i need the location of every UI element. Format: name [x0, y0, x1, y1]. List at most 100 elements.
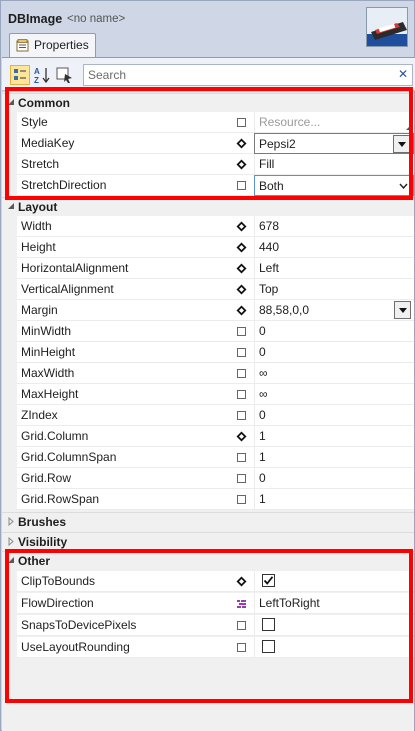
mediakey-combobox[interactable]: Pepsi2 [254, 133, 414, 154]
collapse-triangle-icon [8, 557, 14, 563]
category-brushes-label: Brushes [18, 515, 67, 529]
property-value: 1 [259, 492, 266, 506]
property-row-grid-column[interactable]: Grid.Column 1 [2, 426, 414, 447]
style-value-field[interactable]: Resource... [254, 112, 414, 133]
search-input[interactable] [88, 67, 388, 83]
property-value-field[interactable]: 678 [254, 216, 414, 237]
mediakey-dropdown-button[interactable] [393, 135, 410, 153]
uselayoutrounding-checkbox[interactable] [262, 640, 275, 653]
category-common[interactable]: Common [2, 93, 414, 112]
property-row-snapstodevicepixels[interactable]: SnapsToDevicePixels [2, 615, 414, 636]
local-value-diamond-icon[interactable] [236, 576, 247, 587]
checkmark-icon [263, 576, 274, 585]
default-value-square-icon[interactable] [236, 389, 247, 400]
category-visibility[interactable]: Visibility [2, 532, 414, 551]
flowdirection-value-field[interactable]: LeftToRight [254, 593, 414, 614]
property-row-maxwidth[interactable]: MaxWidth ∞ [2, 363, 414, 384]
property-row-stretch[interactable]: Stretch Fill [2, 154, 414, 175]
property-row-margin[interactable]: Margin 88,58,0,0 [2, 300, 414, 321]
property-value-field[interactable]: 0 [254, 342, 414, 363]
element-type-title: DBImage [8, 12, 63, 26]
property-name: FlowDirection [21, 596, 94, 610]
local-value-diamond-icon[interactable] [236, 221, 247, 232]
default-value-square-icon[interactable] [236, 452, 247, 463]
local-value-diamond-icon[interactable] [236, 305, 247, 316]
category-brushes[interactable]: Brushes [2, 512, 414, 531]
resource-binding-icon[interactable] [236, 598, 247, 609]
property-value-field[interactable]: ∞ [254, 363, 414, 384]
cliptobounds-checkbox[interactable] [262, 574, 275, 587]
resize-grip-icon [406, 124, 412, 130]
default-value-square-icon[interactable] [236, 473, 247, 484]
default-value-square-icon[interactable] [236, 410, 247, 421]
local-value-diamond-icon[interactable] [236, 431, 247, 442]
default-value-square-icon[interactable] [236, 326, 247, 337]
default-value-square-icon[interactable] [236, 620, 247, 631]
stretch-value-field[interactable]: Fill [254, 154, 414, 175]
property-value: Left [259, 261, 280, 275]
category-other[interactable]: Other [2, 551, 414, 570]
property-value-field[interactable]: 1 [254, 447, 414, 468]
property-row-cliptobounds[interactable]: ClipToBounds [2, 571, 414, 592]
property-row-horizontalalignment[interactable]: HorizontalAlignment Left [2, 258, 414, 279]
property-value-field[interactable]: 0 [254, 321, 414, 342]
snapstodevicepixels-checkbox[interactable] [262, 618, 275, 631]
element-name-label[interactable]: <no name> [67, 13, 125, 25]
tab-properties[interactable]: Properties [9, 33, 96, 57]
property-row-mediakey[interactable]: MediaKey Pepsi2 [2, 133, 414, 154]
chevron-down-icon [399, 308, 407, 313]
property-value-field[interactable]: 1 [254, 489, 414, 510]
property-value: 0 [259, 471, 266, 485]
category-layout[interactable]: Layout [2, 197, 414, 216]
property-value-field[interactable]: 88,58,0,0 [254, 300, 414, 321]
category-other-label: Other [18, 554, 51, 568]
stretchdirection-select[interactable]: Both [254, 175, 414, 196]
category-layout-label: Layout [18, 200, 58, 214]
local-value-diamond-icon[interactable] [236, 138, 247, 149]
default-value-square-icon[interactable] [236, 347, 247, 358]
property-value-field[interactable]: 0 [254, 405, 414, 426]
property-name: MaxHeight [21, 387, 79, 401]
property-row-zindex[interactable]: ZIndex 0 [2, 405, 414, 426]
property-row-height[interactable]: Height 440 [2, 237, 414, 258]
property-name: HorizontalAlignment [21, 261, 129, 275]
property-value-field[interactable]: Left [254, 258, 414, 279]
property-value-field[interactable]: 1 [254, 426, 414, 447]
categorized-view-button[interactable] [10, 65, 30, 85]
property-row-style[interactable]: Style Resource... [2, 112, 414, 133]
default-value-square-icon[interactable] [236, 180, 247, 191]
default-value-square-icon[interactable] [236, 368, 247, 379]
property-name: Width [21, 219, 52, 233]
default-value-square-icon[interactable] [236, 494, 247, 505]
alphabetical-view-button[interactable]: A Z [33, 65, 53, 85]
property-value: 1 [259, 429, 266, 443]
property-value-field[interactable]: 0 [254, 468, 414, 489]
property-row-grid-columnspan[interactable]: Grid.ColumnSpan 1 [2, 447, 414, 468]
default-value-square-icon[interactable] [236, 117, 247, 128]
property-value-field[interactable]: 440 [254, 237, 414, 258]
property-row-uselayoutrounding[interactable]: UseLayoutRounding [2, 637, 414, 658]
search-box[interactable]: ✕ [83, 64, 413, 86]
local-value-diamond-icon[interactable] [236, 284, 247, 295]
category-common-label: Common [18, 96, 70, 110]
property-row-grid-row[interactable]: Grid.Row 0 [2, 468, 414, 489]
property-row-maxheight[interactable]: MaxHeight ∞ [2, 384, 414, 405]
clear-search-icon[interactable]: ✕ [398, 67, 408, 81]
property-value-field[interactable]: ∞ [254, 384, 414, 405]
property-value: Fill [259, 157, 275, 171]
default-value-square-icon[interactable] [236, 642, 247, 653]
property-row-minwidth[interactable]: MinWidth 0 [2, 321, 414, 342]
property-row-stretchdirection[interactable]: StretchDirection Both [2, 175, 414, 196]
property-row-verticalalignment[interactable]: VerticalAlignment Top [2, 279, 414, 300]
property-row-width[interactable]: Width 678 [2, 216, 414, 237]
local-value-diamond-icon[interactable] [236, 242, 247, 253]
local-value-diamond-icon[interactable] [236, 159, 247, 170]
property-row-flowdirection[interactable]: FlowDirection LeftToRight [2, 593, 414, 614]
property-row-minheight[interactable]: MinHeight 0 [2, 342, 414, 363]
property-value-field[interactable]: Top [254, 279, 414, 300]
property-row-grid-rowspan[interactable]: Grid.RowSpan 1 [2, 489, 414, 510]
events-view-button[interactable] [55, 65, 75, 85]
margin-dropdown-button[interactable] [394, 301, 411, 319]
collapse-triangle-icon [8, 99, 14, 105]
local-value-diamond-icon[interactable] [236, 263, 247, 274]
